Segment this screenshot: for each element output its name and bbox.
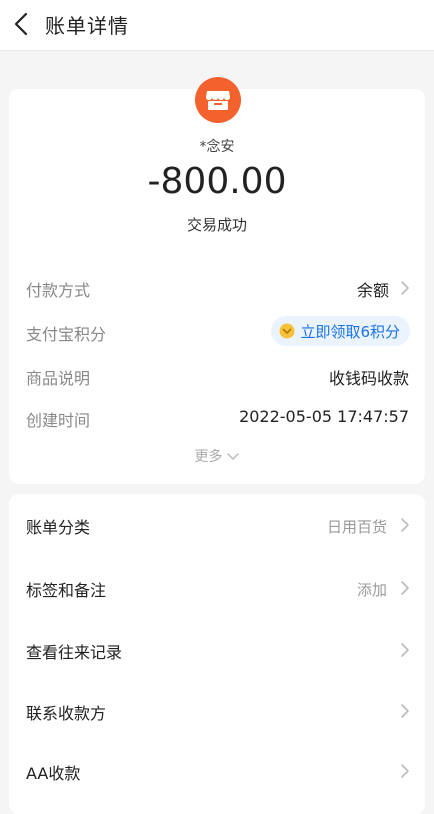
action-row-history[interactable]: 查看往来记录 <box>9 619 425 679</box>
transaction-status: 交易成功 <box>186 216 247 234</box>
action-label: 联系收款方 <box>26 704 107 723</box>
detail-label: 付款方式 <box>26 281 91 300</box>
action-value: 添加 <box>356 581 387 599</box>
coin-icon <box>279 323 295 339</box>
detail-label: 支付宝积分 <box>26 325 107 344</box>
detail-label: 创建时间 <box>26 411 91 430</box>
chevron-right-icon <box>398 279 412 297</box>
action-row-tags-notes[interactable]: 标签和备注 添加 <box>9 557 425 617</box>
bill-summary-card: *念安 -800.00 交易成功 付款方式 余额 支付宝积分 立即领取6积分 商… <box>9 77 425 484</box>
store-icon <box>206 91 230 110</box>
chevron-right-icon <box>398 702 412 720</box>
detail-row-description: 商品说明 收钱码收款 <box>9 361 425 389</box>
merchant-name: *念安 <box>199 139 235 155</box>
detail-value: 2022-05-05 17:47:57 <box>239 407 409 426</box>
claim-points-label: 立即领取6积分 <box>300 322 400 341</box>
page-title: 账单详情 <box>45 14 129 38</box>
detail-value: 收钱码收款 <box>328 369 409 388</box>
detail-row-points: 支付宝积分 立即领取6积分 <box>9 316 425 346</box>
action-label: AA收款 <box>26 764 81 783</box>
back-button[interactable] <box>6 8 38 40</box>
more-label: 更多 <box>194 449 223 465</box>
detail-row-created-time: 创建时间 2022-05-05 17:47:57 <box>9 403 425 431</box>
claim-points-button[interactable]: 立即领取6积分 <box>271 316 410 346</box>
action-value: 日用百货 <box>326 518 387 536</box>
detail-row-payment-method[interactable]: 付款方式 余额 <box>9 273 425 301</box>
chevron-left-icon <box>14 12 28 36</box>
action-label: 标签和备注 <box>26 581 107 600</box>
header: 账单详情 <box>0 0 434 51</box>
merchant-avatar <box>195 77 241 123</box>
action-row-aa-collect[interactable]: AA收款 <box>9 740 425 800</box>
more-button[interactable]: 更多 <box>9 446 425 466</box>
action-row-contact-payee[interactable]: 联系收款方 <box>9 680 425 740</box>
amount: -800.00 <box>147 161 287 202</box>
chevron-right-icon <box>398 516 412 534</box>
action-label: 查看往来记录 <box>26 643 123 662</box>
action-row-category[interactable]: 账单分类 日用百货 <box>9 494 425 554</box>
chevron-down-icon <box>226 453 239 460</box>
detail-label: 商品说明 <box>26 369 91 388</box>
chevron-right-icon <box>398 762 412 780</box>
chevron-right-icon <box>398 579 412 597</box>
detail-value: 余额 <box>356 281 389 300</box>
bill-actions-card: 账单分类 日用百货 标签和备注 添加 查看往来记录 联系收款方 AA收款 <box>9 494 425 814</box>
chevron-right-icon <box>398 641 412 659</box>
action-label: 账单分类 <box>26 518 91 537</box>
